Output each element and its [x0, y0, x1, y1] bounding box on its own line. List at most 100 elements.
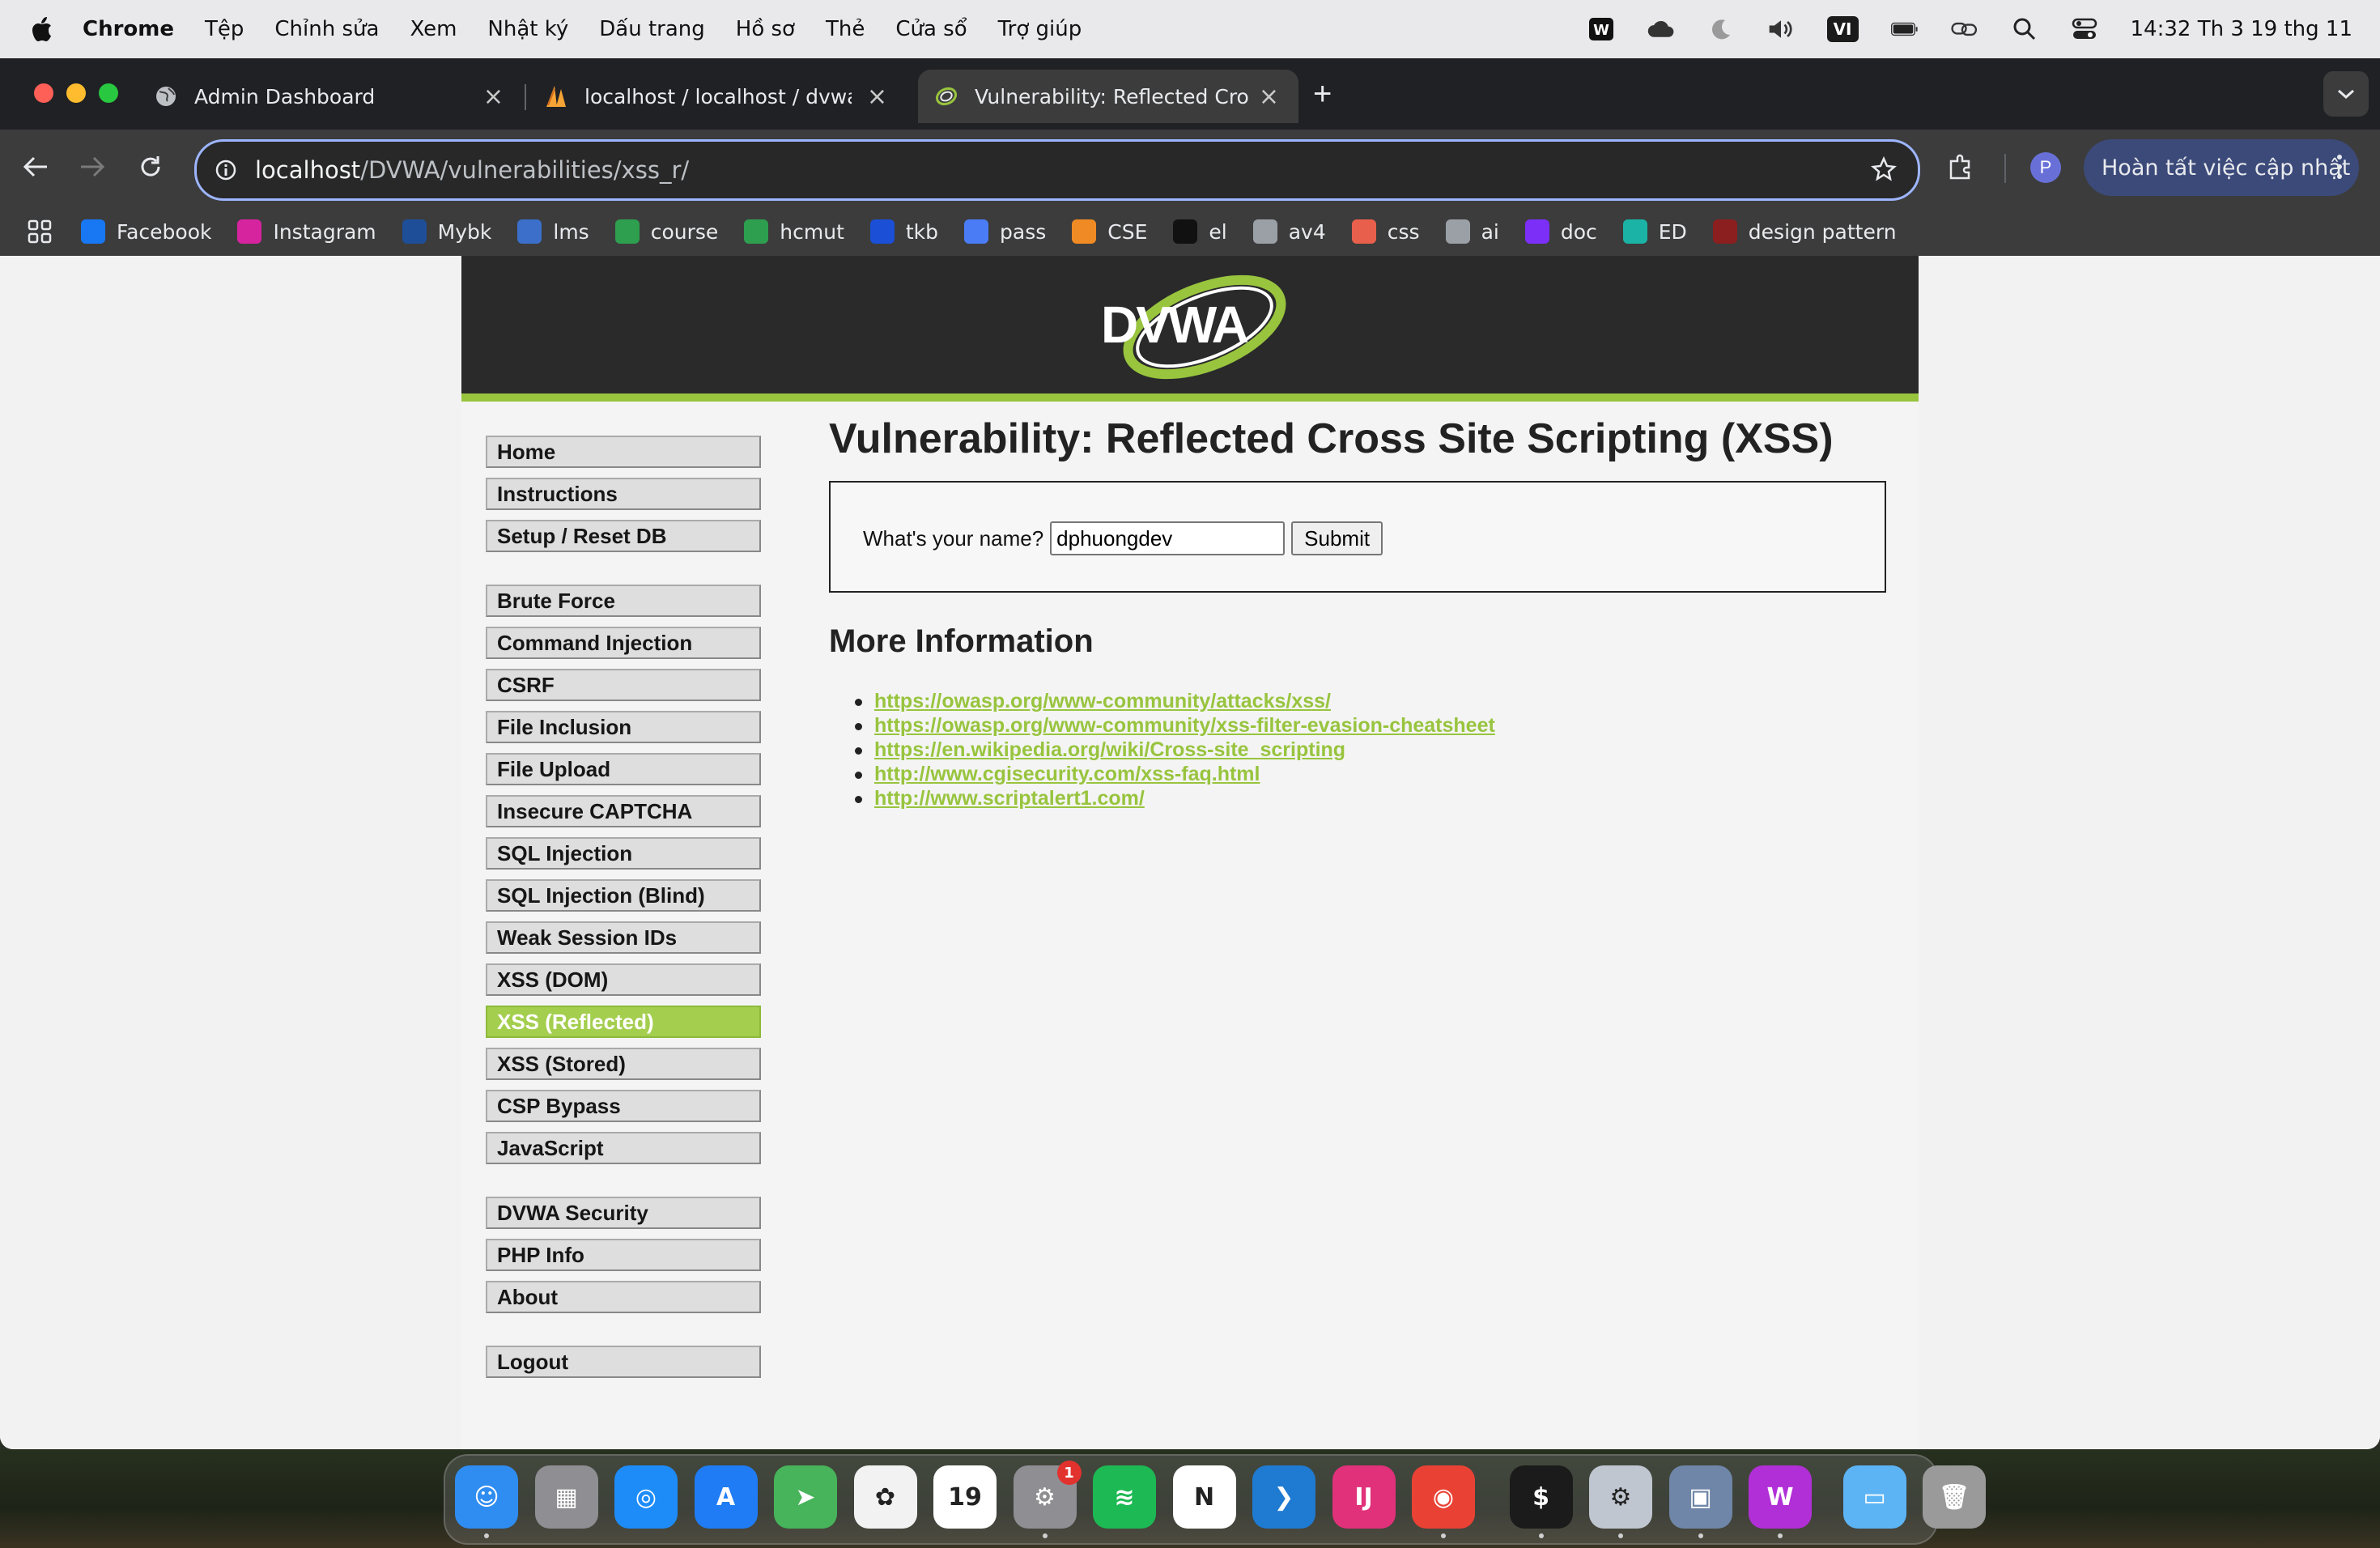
menu-item-php-info[interactable]: PHP Info: [486, 1239, 761, 1271]
menu-item-xss-dom[interactable]: XSS (DOM): [486, 963, 761, 996]
icloud-icon[interactable]: [1647, 15, 1675, 43]
tab-admin-dashboard[interactable]: Admin Dashboard ×: [154, 70, 523, 123]
owasp-xss-link[interactable]: https://owasp.org/www-community/attacks/…: [874, 690, 1331, 712]
menu-tab[interactable]: Thẻ: [826, 17, 865, 41]
dvwa-logo[interactable]: DVWA: [1101, 270, 1295, 384]
finder-icon[interactable]: ☺: [455, 1465, 518, 1529]
menu-file[interactable]: Tệp: [205, 17, 244, 41]
bookmark-el[interactable]: el: [1173, 219, 1227, 244]
menu-item-csrf[interactable]: CSRF: [486, 669, 761, 701]
system-settings-icon[interactable]: ⚙ 1: [1013, 1461, 1082, 1529]
menu-item-command-injection[interactable]: Command Injection: [486, 627, 761, 659]
submit-button[interactable]: Submit: [1291, 521, 1383, 555]
menu-bookmarks[interactable]: Dấu trang: [599, 17, 705, 41]
menu-item-csp-bypass[interactable]: CSP Bypass: [486, 1090, 761, 1122]
bookmark-cse[interactable]: CSE: [1072, 219, 1147, 244]
menu-app-name[interactable]: Chrome: [83, 17, 174, 41]
menu-item-javascript[interactable]: JavaScript: [486, 1132, 761, 1164]
wps-icon[interactable]: W: [1749, 1465, 1812, 1529]
bookmark-lms[interactable]: lms: [517, 219, 589, 244]
focus-moon-icon[interactable]: [1707, 15, 1735, 43]
zoom-window-button[interactable]: [99, 83, 118, 103]
terminal-icon[interactable]: $: [1509, 1465, 1573, 1529]
menu-profiles[interactable]: Hồ sơ: [736, 17, 795, 41]
menu-item-file-upload[interactable]: File Upload: [486, 753, 761, 785]
menu-view[interactable]: Xem: [410, 17, 457, 41]
owasp-cheatsheet-link[interactable]: https://owasp.org/www-community/xss-filt…: [874, 714, 1495, 737]
bookmark-star-icon[interactable]: [1871, 156, 1897, 182]
profile-avatar[interactable]: P: [2030, 152, 2061, 183]
cgisecurity-link[interactable]: http://www.cgisecurity.com/xss-faq.html: [874, 763, 1260, 785]
menu-item-xss-reflected[interactable]: XSS (Reflected): [486, 1006, 761, 1038]
bookmark-course[interactable]: course: [614, 219, 718, 244]
wps-status-icon[interactable]: W: [1587, 15, 1615, 43]
bookmark-hcmut[interactable]: hcmut: [744, 219, 844, 244]
update-chrome-button[interactable]: Hoàn tất việc cập nhật: [2084, 139, 2359, 196]
menu-item-logout[interactable]: Logout: [486, 1346, 761, 1378]
back-arrow-icon[interactable]: [18, 149, 53, 185]
address-bar[interactable]: localhost/DVWA/vulnerabilities/xss_r/: [194, 139, 1920, 201]
utility-icon[interactable]: ⚙: [1589, 1465, 1652, 1529]
close-window-button[interactable]: [34, 83, 53, 103]
menu-edit[interactable]: Chỉnh sửa: [274, 17, 379, 41]
menu-item-instructions[interactable]: Instructions: [486, 478, 761, 510]
app-store-icon[interactable]: A: [694, 1465, 758, 1529]
downloads-folder-icon[interactable]: ▭: [1842, 1465, 1906, 1529]
close-tab-icon[interactable]: ×: [867, 83, 887, 111]
bookmark-pass[interactable]: pass: [964, 219, 1046, 244]
vscode-icon[interactable]: ❯: [1252, 1465, 1315, 1529]
tab-phpmyadmin[interactable]: localhost / localhost / dvwa | p ×: [544, 70, 907, 123]
bookmark-mybk[interactable]: Mybk: [402, 219, 491, 244]
new-tab-icon[interactable]: +: [1313, 76, 1332, 113]
forward-arrow-icon[interactable]: [74, 149, 110, 185]
notion-icon[interactable]: N: [1172, 1465, 1236, 1529]
safari-icon[interactable]: ◎: [614, 1465, 678, 1529]
wikipedia-xss-link[interactable]: https://en.wikipedia.org/wiki/Cross-site…: [874, 738, 1345, 761]
bookmark-tkb[interactable]: tkb: [869, 219, 938, 244]
preview-icon[interactable]: ▣: [1668, 1465, 1732, 1529]
more-menu-icon[interactable]: [2336, 152, 2343, 187]
menu-item-sql-injection[interactable]: SQL Injection: [486, 837, 761, 870]
photos-icon[interactable]: ✿: [853, 1465, 917, 1529]
calendar-icon[interactable]: 19: [933, 1465, 997, 1529]
menu-item-home[interactable]: Home: [486, 436, 761, 468]
apps-grid-icon[interactable]: [28, 219, 52, 244]
chrome-icon[interactable]: ◉: [1412, 1465, 1475, 1529]
menu-item-about[interactable]: About: [486, 1281, 761, 1313]
tab-dvwa-xss-reflected[interactable]: Vulnerability: Reflected Cross ×: [918, 70, 1298, 123]
battery-icon[interactable]: [1890, 15, 1919, 43]
link-icon[interactable]: [1950, 15, 1978, 43]
tab-search-chevron-icon[interactable]: [2323, 71, 2369, 117]
menu-item-weak-session-ids[interactable]: Weak Session IDs: [486, 921, 761, 954]
scriptalert1-link[interactable]: http://www.scriptalert1.com/: [874, 787, 1145, 810]
bookmark-design-pattern[interactable]: design pattern: [1712, 219, 1897, 244]
bookmark-ai[interactable]: ai: [1445, 219, 1499, 244]
spotify-icon[interactable]: ≋: [1093, 1465, 1156, 1529]
extensions-puzzle-icon[interactable]: [1943, 149, 1978, 185]
close-tab-icon[interactable]: ×: [483, 83, 504, 111]
menu-item-setup-reset-db[interactable]: Setup / Reset DB: [486, 520, 761, 552]
menu-history[interactable]: Nhật ký: [487, 17, 568, 41]
menu-help[interactable]: Trợ giúp: [998, 17, 1082, 41]
maps-icon[interactable]: ➤: [774, 1465, 837, 1529]
site-info-icon[interactable]: [215, 159, 237, 181]
menu-item-dvwa-security[interactable]: DVWA Security: [486, 1197, 761, 1229]
reload-icon[interactable]: [133, 149, 168, 185]
input-source-badge[interactable]: VI: [1826, 16, 1859, 42]
menu-item-brute-force[interactable]: Brute Force: [486, 585, 761, 617]
bookmark-instagram[interactable]: Instagram: [237, 219, 376, 244]
bookmark-ed[interactable]: ED: [1622, 219, 1687, 244]
menu-clock[interactable]: 14:32 Th 3 19 thg 11: [2131, 17, 2353, 41]
trash-icon[interactable]: 🗑: [1923, 1465, 1986, 1529]
spotlight-search-icon[interactable]: [2011, 15, 2038, 43]
menu-window[interactable]: Cửa sổ: [895, 17, 967, 41]
intellij-icon[interactable]: IJ: [1332, 1465, 1396, 1529]
bookmark-doc[interactable]: doc: [1524, 219, 1597, 244]
launchpad-icon[interactable]: ▦: [534, 1465, 598, 1529]
menu-item-insecure-captcha[interactable]: Insecure CAPTCHA: [486, 795, 761, 827]
bookmark-facebook[interactable]: Facebook: [81, 219, 211, 244]
name-input[interactable]: [1050, 521, 1286, 555]
bookmark-css[interactable]: css: [1351, 219, 1420, 244]
menu-item-file-inclusion[interactable]: File Inclusion: [486, 711, 761, 743]
control-center-icon[interactable]: [2071, 15, 2098, 43]
